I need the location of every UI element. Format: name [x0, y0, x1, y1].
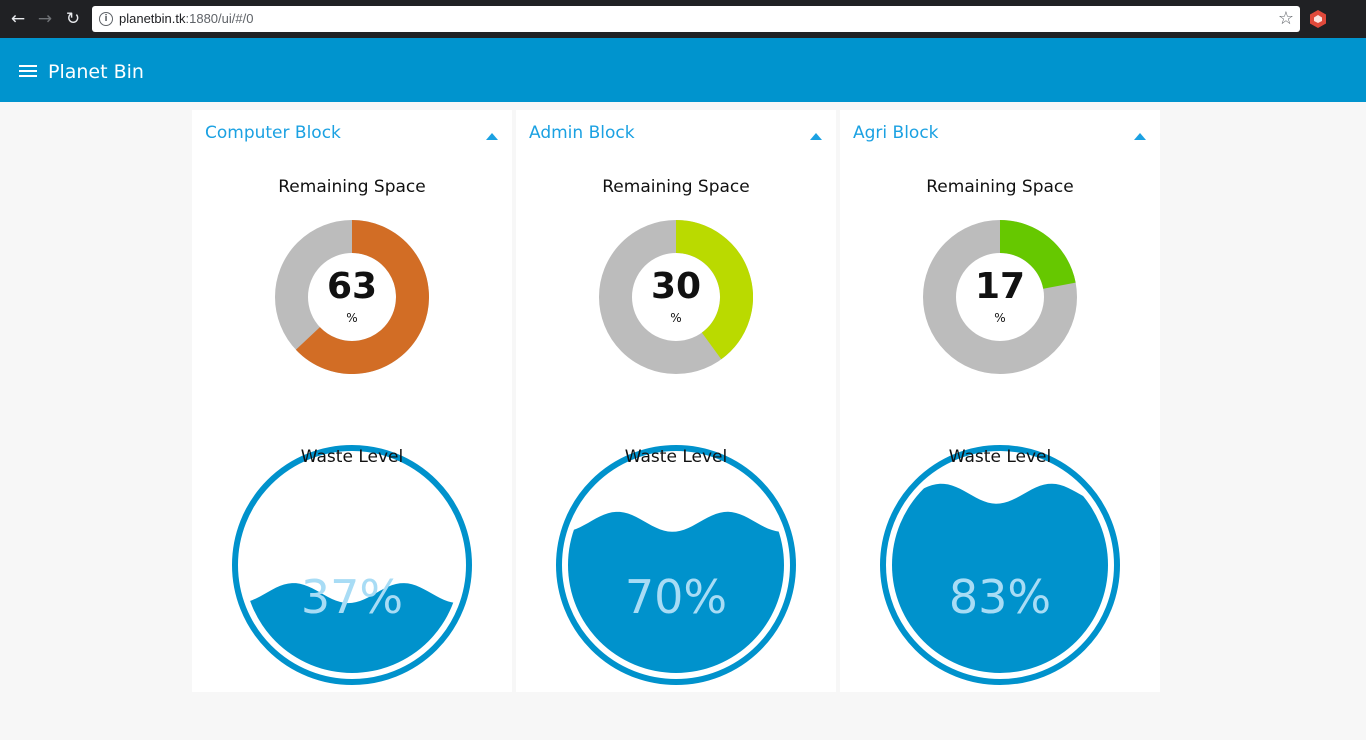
waste-level-label: Waste Level — [948, 447, 1052, 467]
card-computer-block: Computer Block Remaining Space 63 % Wast… — [192, 110, 512, 692]
card-title[interactable]: Admin Block — [529, 123, 635, 143]
address-bar[interactable]: i planetbin.tk:1880/ui/#/0 ☆ — [92, 6, 1300, 32]
gauge-label: Remaining Space — [926, 177, 1074, 197]
gauge-unit: % — [346, 311, 358, 325]
gauge-unit: % — [670, 311, 682, 325]
liquid-fill-gauge — [232, 445, 472, 685]
card-title[interactable]: Agri Block — [853, 123, 939, 143]
hamburger-menu-icon[interactable] — [19, 65, 37, 77]
gauge-value: 17 — [974, 266, 1026, 307]
info-icon[interactable]: i — [99, 12, 113, 26]
extension-icon[interactable] — [1309, 9, 1327, 29]
gauge-value: 30 — [650, 266, 702, 307]
card-admin-block: Admin Block Remaining Space 30 % Waste L… — [516, 110, 836, 692]
liquid-fill-gauge — [556, 445, 796, 685]
waste-level-value: 83% — [948, 570, 1052, 624]
gauge-value: 63 — [326, 266, 378, 307]
app-toolbar: Planet Bin — [0, 38, 1366, 102]
arrow-right-icon[interactable]: → — [35, 9, 55, 29]
gauge-label: Remaining Space — [602, 177, 750, 197]
app-title: Planet Bin — [48, 61, 144, 83]
browser-toolbar: ← → ↻ i planetbin.tk:1880/ui/#/0 ☆ — [0, 0, 1366, 38]
reload-icon[interactable]: ↻ — [63, 9, 83, 29]
arrow-left-icon[interactable]: ← — [8, 9, 28, 29]
liquid-fill-gauge — [880, 445, 1120, 685]
waste-level-label: Waste Level — [300, 447, 404, 467]
collapse-arrow-icon[interactable] — [810, 133, 822, 140]
gauge-label: Remaining Space — [278, 177, 426, 197]
waste-level-label: Waste Level — [624, 447, 728, 467]
collapse-arrow-icon[interactable] — [486, 133, 498, 140]
waste-level-value: 70% — [624, 570, 728, 624]
card-agri-block: Agri Block Remaining Space 17 % Waste Le… — [840, 110, 1160, 692]
gauge-unit: % — [994, 311, 1006, 325]
waste-level-value: 37% — [300, 570, 404, 624]
url-text[interactable]: planetbin.tk:1880/ui/#/0 — [119, 11, 253, 26]
collapse-arrow-icon[interactable] — [1134, 133, 1146, 140]
star-icon[interactable]: ☆ — [1278, 8, 1294, 29]
card-title[interactable]: Computer Block — [205, 123, 341, 143]
